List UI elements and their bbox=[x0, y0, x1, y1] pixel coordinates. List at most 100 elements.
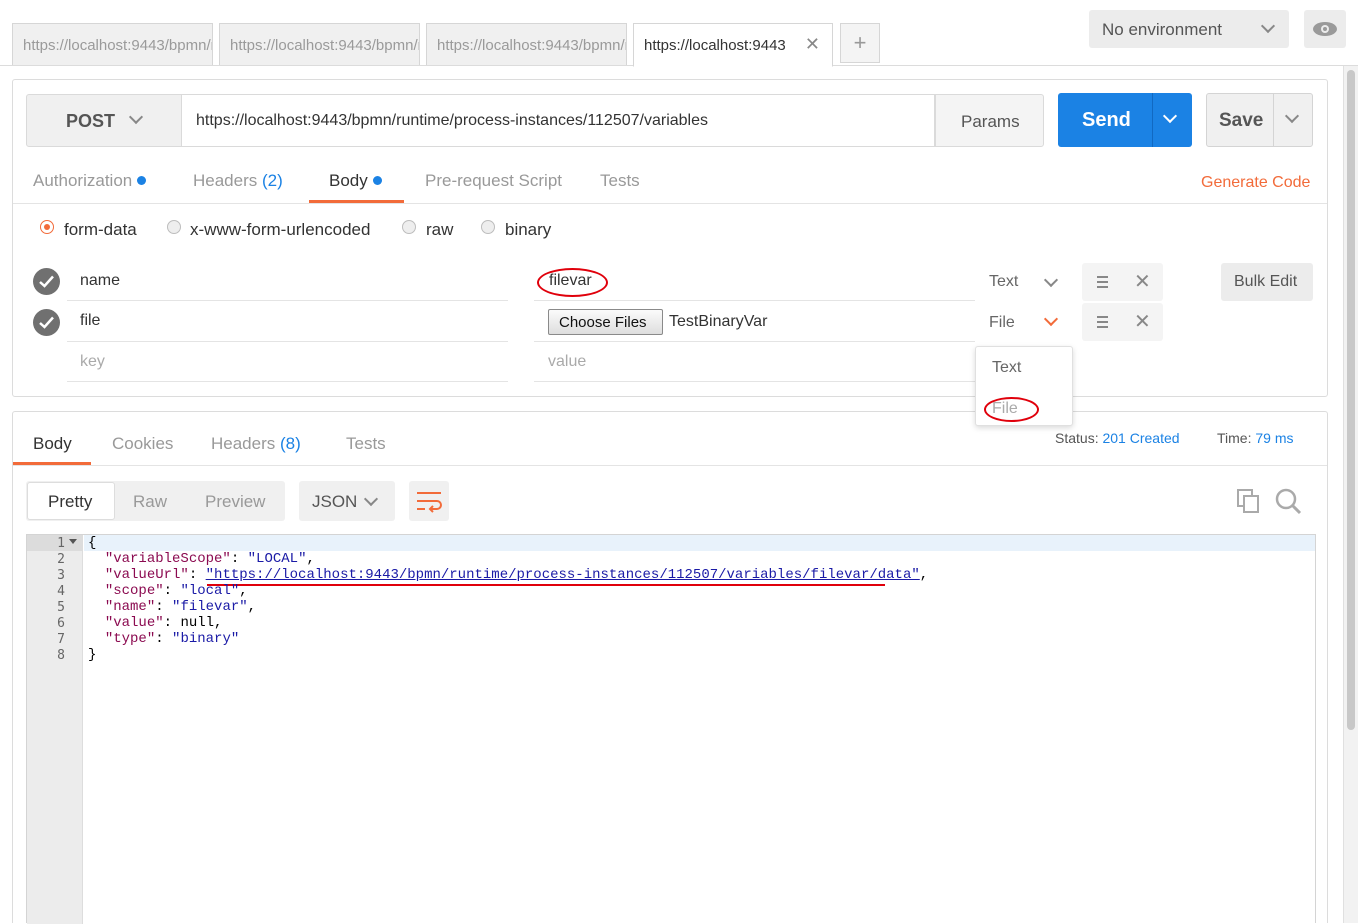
status-label: Status: bbox=[1055, 430, 1099, 446]
send-label: Send bbox=[1082, 109, 1131, 131]
line-gutter: 1 2 3 4 5 6 7 8 bbox=[27, 535, 83, 924]
radio-raw[interactable] bbox=[402, 220, 416, 234]
tab-label: https://localhost:9443/bpmn/runtime/proc… bbox=[230, 37, 419, 54]
tab-count: (2) bbox=[262, 171, 283, 190]
code-line: "name": "filevar", bbox=[104, 599, 257, 615]
tab-label: https://localhost:9443/bpmn/runtime/proc… bbox=[23, 37, 212, 54]
copy-icon[interactable] bbox=[1236, 488, 1262, 514]
method-select[interactable]: POST bbox=[26, 94, 182, 147]
fold-icon[interactable] bbox=[69, 539, 77, 544]
page-scrollbar[interactable] bbox=[1343, 66, 1358, 923]
save-divider bbox=[1273, 94, 1274, 146]
save-button[interactable]: Save bbox=[1206, 93, 1313, 147]
line-number: 2 bbox=[57, 552, 65, 567]
params-button[interactable]: Params bbox=[935, 94, 1044, 147]
json-key: "scope" bbox=[104, 583, 164, 599]
line-number: 8 bbox=[57, 648, 65, 663]
chevron-down-icon bbox=[128, 109, 144, 125]
menu-item-text[interactable]: Text bbox=[992, 359, 1021, 377]
menu-icon[interactable] bbox=[1097, 276, 1108, 288]
view-pretty[interactable]: Pretty bbox=[48, 492, 92, 512]
request-tab-2[interactable]: https://localhost:9443/bpmn/runtime/proc… bbox=[219, 23, 420, 65]
annotation-underline bbox=[207, 584, 885, 586]
tab-label: Body bbox=[329, 171, 368, 190]
save-label: Save bbox=[1219, 110, 1264, 131]
radio-label-urlencoded: x-www-form-urlencoded bbox=[190, 220, 371, 239]
code-line: "type": "binary" bbox=[104, 631, 240, 647]
url-input[interactable]: https://localhost:9443/bpmn/runtime/proc… bbox=[182, 94, 935, 147]
new-tab-button[interactable]: + bbox=[840, 23, 880, 63]
radio-binary[interactable] bbox=[481, 220, 495, 234]
search-icon[interactable] bbox=[1274, 487, 1302, 515]
radio-label-raw: raw bbox=[426, 220, 454, 239]
divider bbox=[534, 341, 975, 342]
tab-response-headers[interactable]: Headers (8) bbox=[211, 434, 301, 454]
tab-response-body[interactable]: Body bbox=[33, 434, 72, 454]
code-line: "scope": "local", bbox=[104, 583, 248, 599]
wrap-icon bbox=[417, 492, 442, 513]
line-number: 1 bbox=[57, 536, 65, 551]
request-tab-bar: https://localhost:9443/bpmn/runtime/proc… bbox=[0, 0, 1358, 67]
chevron-down-icon[interactable] bbox=[1284, 108, 1300, 124]
radio-form-data[interactable] bbox=[40, 220, 54, 234]
send-button[interactable]: Send bbox=[1058, 93, 1192, 147]
checkmark-icon bbox=[39, 316, 54, 329]
line-number: 5 bbox=[57, 600, 65, 615]
key-field[interactable]: file bbox=[80, 312, 100, 330]
view-preview[interactable]: Preview bbox=[205, 492, 265, 512]
delete-icon[interactable]: ✕ bbox=[1134, 309, 1151, 334]
bulk-edit-button[interactable]: Bulk Edit bbox=[1221, 263, 1313, 301]
tab-response-tests[interactable]: Tests bbox=[346, 434, 386, 454]
request-tab-active[interactable]: https://localhost:9443 ✕ bbox=[633, 23, 833, 67]
annotation-circle bbox=[537, 268, 608, 297]
row-enabled-checkbox[interactable] bbox=[33, 309, 60, 336]
chevron-down-icon bbox=[363, 491, 379, 507]
divider bbox=[13, 203, 1327, 204]
chevron-down-icon[interactable] bbox=[1162, 108, 1178, 124]
environment-quick-look-button[interactable] bbox=[1304, 10, 1346, 48]
json-value: "LOCAL" bbox=[247, 551, 307, 567]
json-key: "variableScope" bbox=[104, 551, 231, 567]
menu-icon[interactable] bbox=[1097, 316, 1108, 328]
type-select[interactable]: Text bbox=[989, 273, 1018, 291]
json-value: "local" bbox=[180, 583, 240, 599]
response-body-editor[interactable]: 1 2 3 4 5 6 7 8 { "variableScope": "LOCA… bbox=[26, 534, 1316, 924]
divider bbox=[13, 465, 1327, 466]
close-icon[interactable]: ✕ bbox=[805, 34, 820, 55]
view-raw[interactable]: Raw bbox=[133, 492, 167, 512]
json-key: "value" bbox=[104, 615, 164, 631]
wrap-lines-button[interactable] bbox=[409, 481, 449, 521]
response-time: Time: 79 ms bbox=[1217, 430, 1294, 446]
generate-code-link[interactable]: Generate Code bbox=[1201, 174, 1310, 192]
method-label: POST bbox=[66, 111, 116, 131]
choose-files-button[interactable]: Choose Files bbox=[548, 309, 663, 335]
tab-pre-request-script[interactable]: Pre-request Script bbox=[425, 171, 562, 191]
json-value: null bbox=[180, 615, 215, 631]
tab-cookies[interactable]: Cookies bbox=[112, 434, 173, 454]
scrollbar-thumb[interactable] bbox=[1347, 70, 1355, 730]
format-select[interactable]: JSON bbox=[299, 481, 395, 521]
line-number: 4 bbox=[57, 584, 65, 599]
tab-body[interactable]: Body bbox=[329, 171, 382, 191]
radio-urlencoded[interactable] bbox=[167, 220, 181, 234]
key-field[interactable]: name bbox=[80, 272, 120, 290]
json-value: "binary" bbox=[172, 631, 240, 647]
request-tab-3[interactable]: https://localhost:9443/bpmn/runtime/proc… bbox=[426, 23, 627, 65]
row-enabled-checkbox[interactable] bbox=[33, 268, 60, 295]
type-select[interactable]: File bbox=[989, 314, 1015, 332]
brace: { bbox=[88, 535, 97, 551]
request-tab-1[interactable]: https://localhost:9443/bpmn/runtime/proc… bbox=[12, 23, 213, 65]
tab-label: https://localhost:9443/bpmn/runtime/proc… bbox=[437, 37, 626, 54]
tab-tests[interactable]: Tests bbox=[600, 171, 640, 191]
key-field[interactable]: key bbox=[80, 353, 105, 371]
environment-select[interactable]: No environment bbox=[1089, 10, 1289, 48]
value-field[interactable]: value bbox=[548, 353, 586, 371]
status-dot bbox=[372, 176, 382, 185]
code-line: "value": null, bbox=[104, 615, 223, 631]
active-line bbox=[84, 535, 1315, 551]
json-link[interactable]: "https://localhost:9443/bpmn/runtime/pro… bbox=[206, 567, 920, 583]
tab-headers[interactable]: Headers (2) bbox=[193, 171, 283, 191]
brace: } bbox=[88, 647, 97, 663]
tab-authorization[interactable]: Authorization bbox=[33, 171, 147, 191]
delete-icon[interactable]: ✕ bbox=[1134, 269, 1151, 294]
